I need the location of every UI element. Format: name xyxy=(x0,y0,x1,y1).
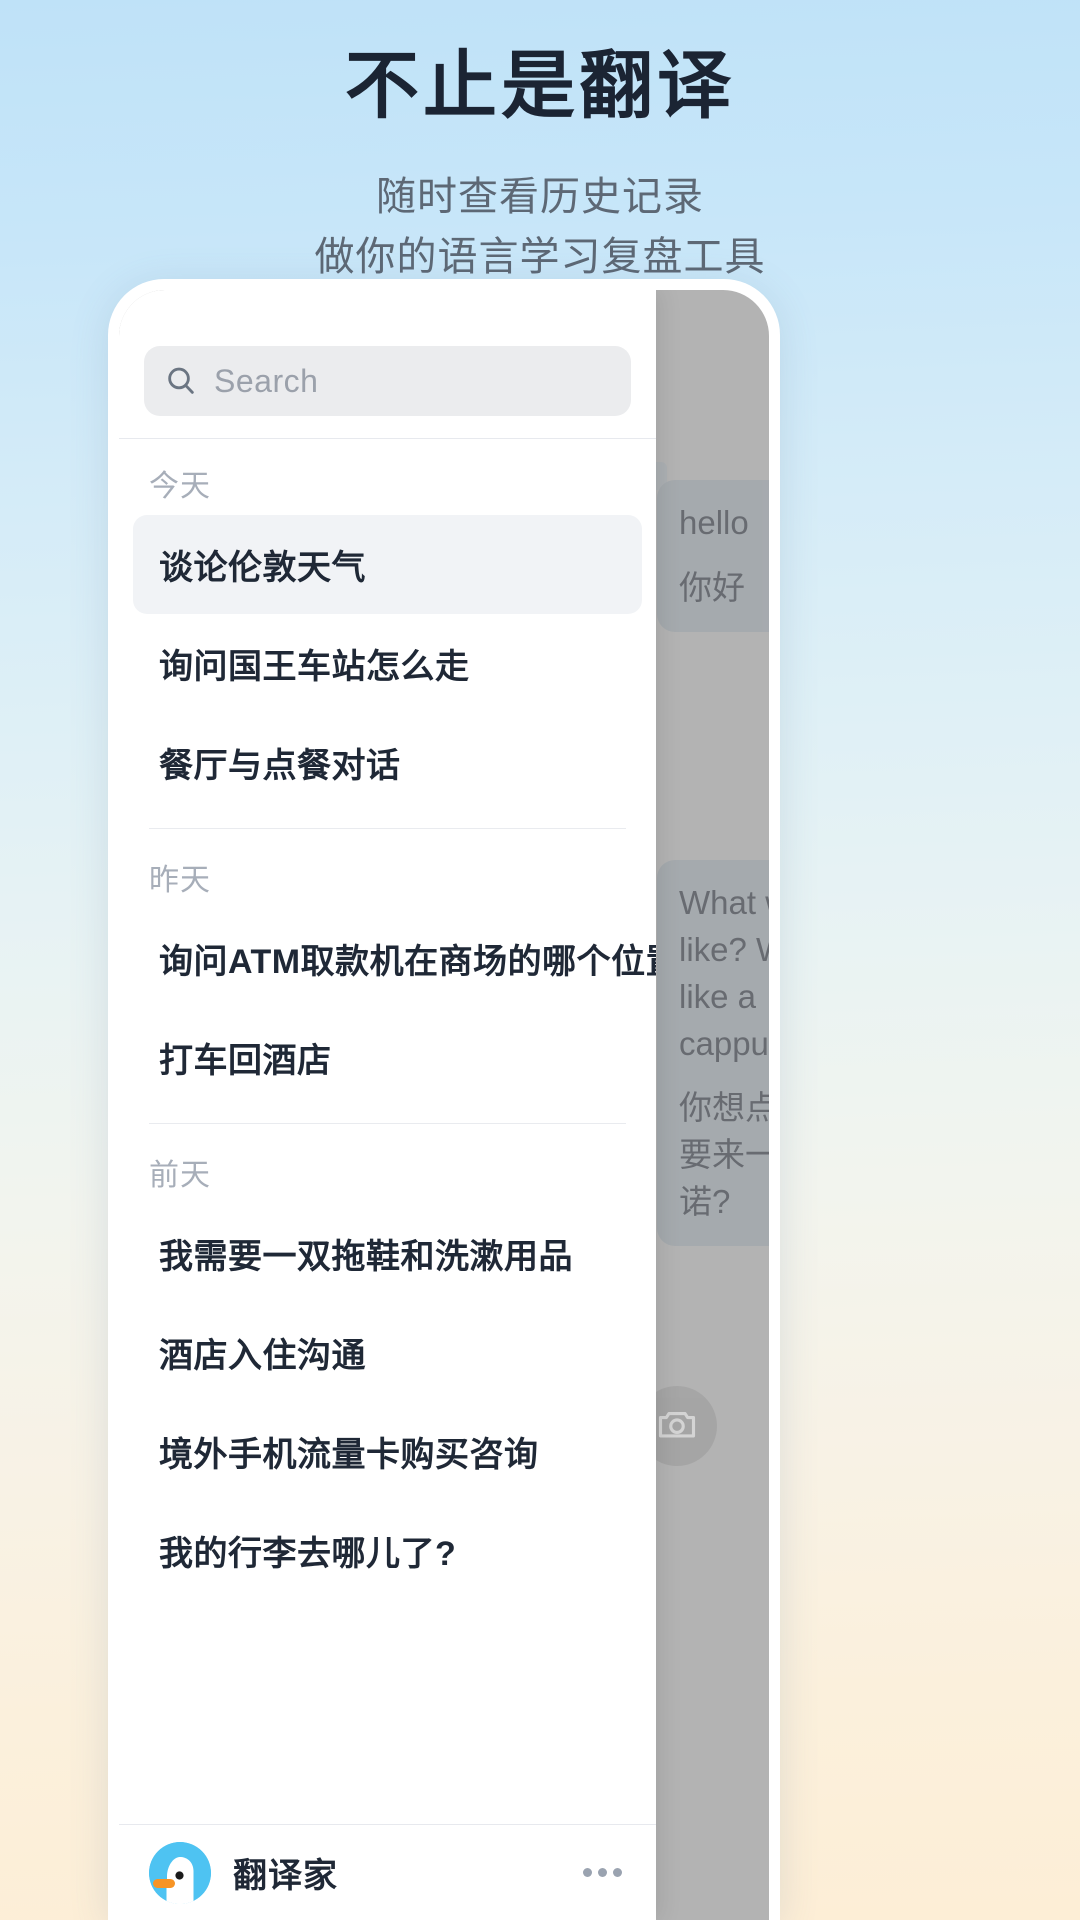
camera-icon xyxy=(655,1402,699,1451)
conversation-item[interactable]: 询问国王车站怎么走 xyxy=(133,614,642,713)
conversation-item[interactable]: 谈论伦敦天气 xyxy=(133,515,642,614)
conversation-group: 前天 我需要一双拖鞋和洗漱用品 酒店入住沟通 境外手机流量卡购买咨询 我的行李去… xyxy=(119,1124,656,1600)
phone-mockup: hello 你好 What would you like? Would you … xyxy=(108,279,780,1920)
chat-bubble-source: What would you like? Would you like a ca… xyxy=(679,884,769,1062)
conversation-item[interactable]: 打车回酒店 xyxy=(133,1008,642,1107)
conversation-group: 昨天 询问ATM取款机在商场的哪个位置 打车回酒店 xyxy=(119,829,656,1107)
promo-subline-line-1: 随时查看历史记录 xyxy=(376,174,704,219)
conversation-item[interactable]: 餐厅与点餐对话 xyxy=(133,713,642,812)
chat-bubble-translation: 你想点什么?要不要来一杯卡布基诺? xyxy=(679,1089,769,1221)
chat-bubble-source: hello xyxy=(679,504,749,541)
conversation-item[interactable]: 我需要一双拖鞋和洗漱用品 xyxy=(133,1204,642,1303)
group-label: 昨天 xyxy=(149,864,211,897)
more-ellipsis-icon[interactable] xyxy=(577,1858,628,1887)
search-box[interactable]: Search xyxy=(144,346,631,416)
chat-bubble-translation: 你好 xyxy=(679,568,745,606)
promo-text-block: 不止是翻译 随时查看历史记录 做你的语言学习复盘工具 xyxy=(0,0,1080,288)
promo-subline: 随时查看历史记录 做你的语言学习复盘工具 xyxy=(0,167,1080,289)
conversation-item[interactable]: 我的行李去哪儿了? xyxy=(133,1501,642,1600)
conversation-item[interactable]: 酒店入住沟通 xyxy=(133,1303,642,1402)
search-section: Search xyxy=(119,290,656,438)
group-label: 前天 xyxy=(149,1159,211,1192)
conversation-group: 今天 谈论伦敦天气 询问国王车站怎么走 餐厅与点餐对话 xyxy=(119,439,656,812)
drawer-footer: 翻译家 xyxy=(119,1824,656,1920)
group-label: 今天 xyxy=(149,470,211,503)
conversation-item[interactable]: 境外手机流量卡购买咨询 xyxy=(133,1402,642,1501)
search-icon xyxy=(164,364,198,398)
brand-name: 翻译家 xyxy=(233,1857,338,1895)
history-drawer: Search 今天 谈论伦敦天气 询问国王车站怎么走 餐厅与点餐对话 昨天 询问… xyxy=(119,290,656,1920)
promo-screenshot: 不止是翻译 随时查看历史记录 做你的语言学习复盘工具 hello 你好 What… xyxy=(0,0,1080,1920)
chat-bubble[interactable]: What would you like? Would you like a ca… xyxy=(657,860,769,1247)
search-input[interactable]: Search xyxy=(214,363,318,400)
chat-bubble[interactable]: hello 你好 xyxy=(657,480,769,632)
promo-headline: 不止是翻译 xyxy=(345,44,735,127)
conversation-list[interactable]: 今天 谈论伦敦天气 询问国王车站怎么走 餐厅与点餐对话 昨天 询问ATM取款机在… xyxy=(119,439,656,1824)
duck-bird-logo-icon xyxy=(149,1841,211,1904)
conversation-item[interactable]: 询问ATM取款机在商场的哪个位置 xyxy=(133,909,656,1008)
phone-screen: hello 你好 What would you like? Would you … xyxy=(119,290,769,1920)
